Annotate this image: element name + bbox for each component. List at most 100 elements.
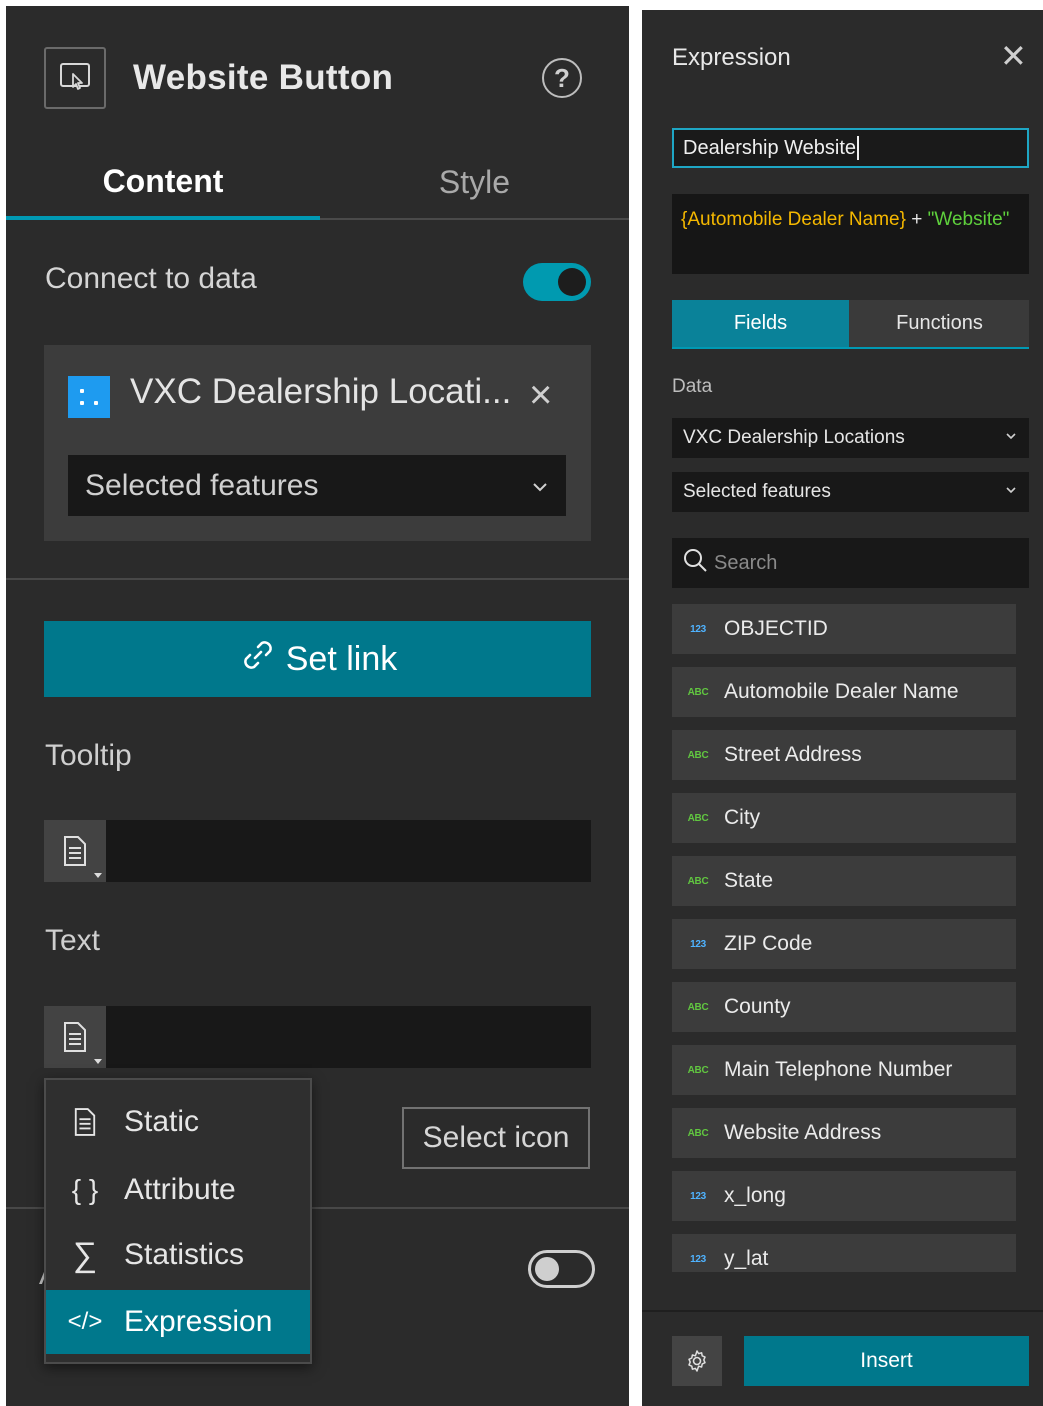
settings-tabs: Content Style: [6, 146, 629, 220]
field-item[interactable]: ABC City: [672, 793, 1016, 843]
expression-operator: +: [905, 209, 928, 230]
code-icon: </>: [67, 1308, 103, 1335]
set-link-label: Set link: [285, 639, 398, 678]
string-type-icon: ABC: [687, 1001, 709, 1013]
field-item[interactable]: 123 ZIP Code: [672, 919, 1016, 969]
gear-icon[interactable]: [672, 1336, 722, 1386]
menu-item-expression[interactable]: </> Expression: [46, 1290, 310, 1354]
string-type-icon: ABC: [687, 875, 709, 887]
sigma-icon: ∑: [72, 1235, 98, 1274]
connect-to-data-toggle[interactable]: [523, 263, 591, 301]
tab-content[interactable]: Content: [6, 146, 320, 220]
field-search[interactable]: [672, 538, 1029, 588]
menu-item-label: Static: [124, 1105, 200, 1138]
tab-functions[interactable]: Functions: [850, 300, 1029, 347]
select-icon-button[interactable]: Select icon: [402, 1107, 590, 1169]
field-name: Website Address: [724, 1121, 882, 1144]
selection-value: Selected features: [85, 468, 319, 502]
text-label: Text: [45, 924, 101, 957]
set-link-button[interactable]: Set link: [44, 621, 591, 697]
string-type-icon: ABC: [687, 749, 709, 761]
data-source-dropdown[interactable]: VXC Dealership Locations: [672, 418, 1029, 458]
field-name: Street Address: [724, 743, 862, 766]
expression-tabs: Fields Functions: [672, 300, 1029, 349]
document-menu-icon[interactable]: [44, 1006, 106, 1068]
field-name: County: [724, 995, 791, 1018]
field-name: ZIP Code: [724, 932, 813, 955]
chevron-down-icon: [1005, 482, 1017, 498]
text-input[interactable]: [44, 1006, 591, 1068]
close-icon[interactable]: ✕: [1000, 40, 1027, 72]
insert-button[interactable]: Insert: [744, 1336, 1029, 1386]
field-item[interactable]: ABC Street Address: [672, 730, 1016, 780]
help-icon[interactable]: ?: [542, 58, 582, 98]
expression-string-token: "Website": [927, 209, 1010, 230]
braces-icon: { }: [71, 1174, 99, 1205]
document-icon: [46, 1107, 124, 1137]
data-label: Data: [672, 376, 713, 397]
field-item[interactable]: ABC Main Telephone Number: [672, 1045, 1016, 1095]
footer-divider: [642, 1310, 1043, 1312]
field-name: Main Telephone Number: [724, 1058, 953, 1081]
field-item[interactable]: ABC Website Address: [672, 1108, 1016, 1158]
field-name: OBJECTID: [724, 617, 828, 640]
string-type-icon: ABC: [687, 1127, 709, 1139]
text-source-menu: Static { } Attribute ∑ Statistics </> Ex…: [44, 1078, 312, 1364]
expression-name-input[interactable]: Dealership Website: [672, 128, 1029, 168]
expression-title: Expression: [672, 44, 791, 71]
field-name: State: [724, 869, 774, 892]
string-type-icon: ABC: [687, 686, 709, 698]
string-type-icon: ABC: [687, 1064, 709, 1076]
menu-item-attribute[interactable]: { } Attribute: [46, 1158, 310, 1222]
data-source-name: VXC Dealership Locati...: [130, 372, 512, 411]
field-item[interactable]: ABC State: [672, 856, 1016, 906]
string-type-icon: ABC: [687, 812, 709, 824]
search-icon: [682, 547, 708, 579]
field-name: x_long: [724, 1184, 786, 1207]
number-type-icon: 123: [690, 623, 706, 635]
menu-item-label: Attribute: [124, 1173, 236, 1206]
connect-to-data-label: Connect to data: [45, 262, 257, 295]
field-item[interactable]: ABC County: [672, 982, 1016, 1032]
field-item[interactable]: 123 OBJECTID: [672, 604, 1016, 654]
chevron-down-icon: [532, 473, 548, 499]
point-layer-icon: [68, 376, 110, 418]
tooltip-label: Tooltip: [45, 739, 132, 772]
expression-name-value: Dealership Website: [683, 136, 857, 159]
data-source-value: VXC Dealership Locations: [683, 427, 905, 448]
expression-editor[interactable]: {Automobile Dealer Name} + "Website": [672, 194, 1029, 274]
section-divider: [6, 578, 629, 580]
menu-item-statistics[interactable]: ∑ Statistics: [46, 1223, 310, 1287]
field-name: City: [724, 806, 761, 829]
tooltip-input[interactable]: [44, 820, 591, 882]
menu-item-label: Statistics: [124, 1238, 245, 1271]
section-toggle[interactable]: [528, 1250, 595, 1288]
search-input[interactable]: [714, 551, 1014, 575]
tab-fields[interactable]: Fields: [672, 300, 849, 347]
expression-panel: Expression ✕ Dealership Website {Automob…: [642, 10, 1043, 1406]
chevron-down-icon: [1005, 428, 1017, 444]
fields-list: 123 OBJECTID ABC Automobile Dealer Name …: [672, 604, 1018, 1272]
button-widget-icon: [44, 47, 106, 109]
menu-item-label: Expression: [124, 1305, 273, 1338]
selection-dropdown[interactable]: Selected features: [672, 472, 1029, 512]
widget-title: Website Button: [133, 58, 394, 97]
field-item[interactable]: ABC Automobile Dealer Name: [672, 667, 1016, 717]
field-item[interactable]: 123 y_lat: [672, 1234, 1016, 1272]
selection-value: Selected features: [683, 481, 831, 502]
expression-field-token: {Automobile Dealer Name}: [681, 209, 906, 230]
field-item[interactable]: 123 x_long: [672, 1171, 1016, 1221]
number-type-icon: 123: [690, 1253, 706, 1265]
link-icon: [238, 635, 278, 684]
data-source-card: VXC Dealership Locati... × Selected feat…: [44, 345, 591, 541]
menu-item-static[interactable]: Static: [46, 1090, 310, 1154]
field-name: y_lat: [724, 1247, 769, 1270]
number-type-icon: 123: [690, 938, 706, 950]
document-menu-icon[interactable]: [44, 820, 106, 882]
number-type-icon: 123: [690, 1190, 706, 1202]
selection-dropdown[interactable]: Selected features: [68, 455, 566, 516]
tab-style[interactable]: Style: [320, 146, 629, 218]
widget-settings-panel: Website Button ? Content Style Connect t…: [6, 6, 629, 1406]
field-name: Automobile Dealer Name: [724, 680, 959, 703]
close-icon[interactable]: ×: [529, 375, 552, 415]
